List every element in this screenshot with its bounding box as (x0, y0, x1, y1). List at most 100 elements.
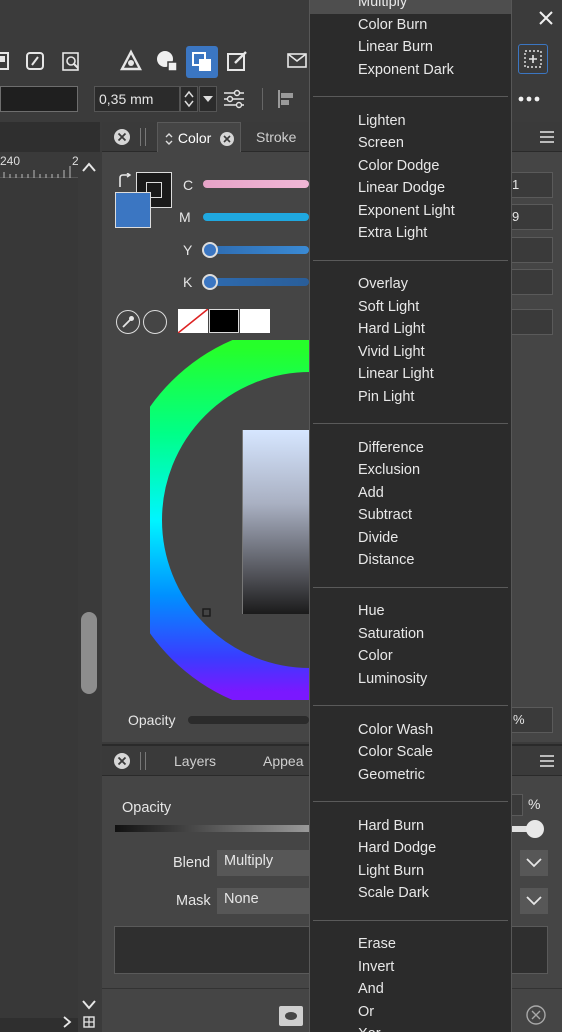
tab-color[interactable]: Color (157, 122, 241, 152)
corner-icon[interactable] (80, 1014, 98, 1030)
drag-handle-icon[interactable] (140, 128, 146, 146)
more-icon[interactable] (514, 86, 544, 112)
page-layout-icon[interactable] (0, 46, 16, 76)
menu-item-linear-burn[interactable]: Linear Burn (358, 39, 433, 55)
fill-swatch[interactable] (115, 192, 151, 228)
saturation-square[interactable] (242, 430, 309, 614)
tab-stroke[interactable]: Stroke (256, 122, 316, 152)
chevron-down-icon[interactable] (520, 888, 548, 914)
y-slider-knob[interactable] (202, 242, 218, 258)
m-value-field[interactable]: 9 (511, 204, 553, 230)
opacity-value-field[interactable]: % (511, 707, 553, 733)
scrollbar-thumb[interactable] (81, 612, 97, 694)
sliders-icon[interactable] (222, 86, 246, 112)
menu-item-lighten[interactable]: Lighten (358, 113, 406, 129)
menu-item-vivid-light[interactable]: Vivid Light (358, 344, 425, 360)
menu-item-color-scale[interactable]: Color Scale (358, 744, 433, 760)
mask-select[interactable]: None (217, 888, 309, 914)
menu-item-luminosity[interactable]: Luminosity (358, 671, 427, 687)
y-value-field[interactable] (511, 237, 553, 263)
menu-item-hard-dodge[interactable]: Hard Dodge (358, 840, 436, 856)
opacity-slider[interactable] (188, 716, 309, 724)
none-swatch[interactable] (178, 309, 208, 333)
chevron-up-icon[interactable] (80, 158, 98, 176)
menu-item-saturation[interactable]: Saturation (358, 626, 424, 642)
edit-icon[interactable] (222, 46, 252, 76)
tab-layers[interactable]: Layers (174, 746, 234, 776)
menu-item-exponent-light[interactable]: Exponent Light (358, 203, 455, 219)
align-left-icon[interactable] (274, 86, 300, 112)
menu-item-screen[interactable]: Screen (358, 135, 404, 151)
menu-item-hard-burn[interactable]: Hard Burn (358, 818, 424, 834)
menu-item-color-burn[interactable]: Color Burn (358, 17, 427, 33)
menu-item-invert[interactable]: Invert (358, 959, 394, 975)
menu-item-or[interactable]: Or (358, 1004, 374, 1020)
add-mask-icon[interactable] (279, 1006, 303, 1026)
chevron-down-icon[interactable] (520, 850, 548, 876)
delete-icon[interactable] (525, 1004, 547, 1026)
c-slider[interactable] (203, 180, 309, 188)
blend-select[interactable]: Multiply (217, 850, 309, 876)
menu-item-divide[interactable]: Divide (358, 530, 398, 546)
no-color-icon[interactable] (143, 310, 167, 334)
arrange-icon[interactable] (186, 46, 218, 78)
white-swatch[interactable] (240, 309, 270, 333)
swap-colors-icon[interactable] (116, 172, 134, 190)
k-value-field[interactable] (511, 269, 553, 295)
layer-opacity-field[interactable] (511, 794, 523, 816)
shapes-icon[interactable] (152, 46, 182, 76)
menu-item-color-wash[interactable]: Color Wash (358, 722, 433, 738)
menu-item-overlay[interactable]: Overlay (358, 276, 408, 292)
k-slider[interactable] (203, 278, 309, 286)
menu-item-pin-light[interactable]: Pin Light (358, 389, 414, 405)
close-panel-icon[interactable] (112, 751, 132, 771)
menu-item-exclusion[interactable]: Exclusion (358, 462, 420, 478)
menu-item-geometric[interactable]: Geometric (358, 767, 425, 783)
layer-opacity-knob[interactable] (526, 820, 544, 838)
menu-item-difference[interactable]: Difference (358, 440, 424, 456)
shape-triangle-icon[interactable] (116, 46, 146, 76)
menu-item-subtract[interactable]: Subtract (358, 507, 412, 523)
menu-item-distance[interactable]: Distance (358, 552, 414, 568)
menu-item-soft-light[interactable]: Soft Light (358, 299, 419, 315)
envelope-icon[interactable] (282, 46, 312, 76)
menu-item-color-dodge[interactable]: Color Dodge (358, 158, 439, 174)
menu-item-add[interactable]: Add (358, 485, 384, 501)
chevron-right-icon[interactable] (58, 1014, 76, 1030)
black-swatch[interactable] (209, 309, 239, 333)
y-slider[interactable] (203, 246, 309, 254)
menu-icon[interactable] (538, 128, 556, 146)
snap-icon[interactable] (518, 44, 548, 74)
stepper-icon[interactable] (180, 86, 198, 112)
m-slider[interactable] (203, 213, 309, 221)
menu-item-erase[interactable]: Erase (358, 936, 396, 952)
preview-icon[interactable] (56, 46, 86, 76)
menu-item-xor[interactable]: Xor (358, 1026, 381, 1032)
c-value-field[interactable]: 1 (511, 172, 553, 198)
chevron-down-icon[interactable] (199, 86, 217, 112)
close-icon[interactable] (534, 6, 558, 30)
menu-item-color[interactable]: Color (358, 648, 393, 664)
menu-item-light-burn[interactable]: Light Burn (358, 863, 424, 879)
menu-icon[interactable] (538, 752, 556, 770)
menu-item-linear-light[interactable]: Linear Light (358, 366, 434, 382)
menu-item-exponent-dark[interactable]: Exponent Dark (358, 62, 454, 78)
drag-handle-icon[interactable] (140, 752, 146, 770)
menu-item-and[interactable]: And (358, 981, 384, 997)
tab-appearance[interactable]: Appea (263, 746, 313, 776)
script-icon[interactable] (20, 46, 50, 76)
vertical-scrollbar[interactable] (78, 152, 100, 1032)
eyedropper-icon[interactable] (116, 310, 140, 334)
menu-item-extra-light[interactable]: Extra Light (358, 225, 427, 241)
menu-item-multiply[interactable]: Multiply (358, 0, 407, 10)
layer-opacity-slider[interactable] (115, 825, 309, 832)
menu-item-scale-dark[interactable]: Scale Dark (358, 885, 429, 901)
menu-item-hard-light[interactable]: Hard Light (358, 321, 425, 337)
stroke-width-input[interactable]: 0,35 mm (94, 86, 180, 112)
k-slider-knob[interactable] (202, 274, 218, 290)
menu-item-linear-dodge[interactable]: Linear Dodge (358, 180, 445, 196)
hex-value-field[interactable] (511, 309, 553, 335)
menu-item-hue[interactable]: Hue (358, 603, 385, 619)
fill-color-field[interactable] (0, 86, 78, 112)
chevron-down-icon[interactable] (80, 996, 98, 1014)
